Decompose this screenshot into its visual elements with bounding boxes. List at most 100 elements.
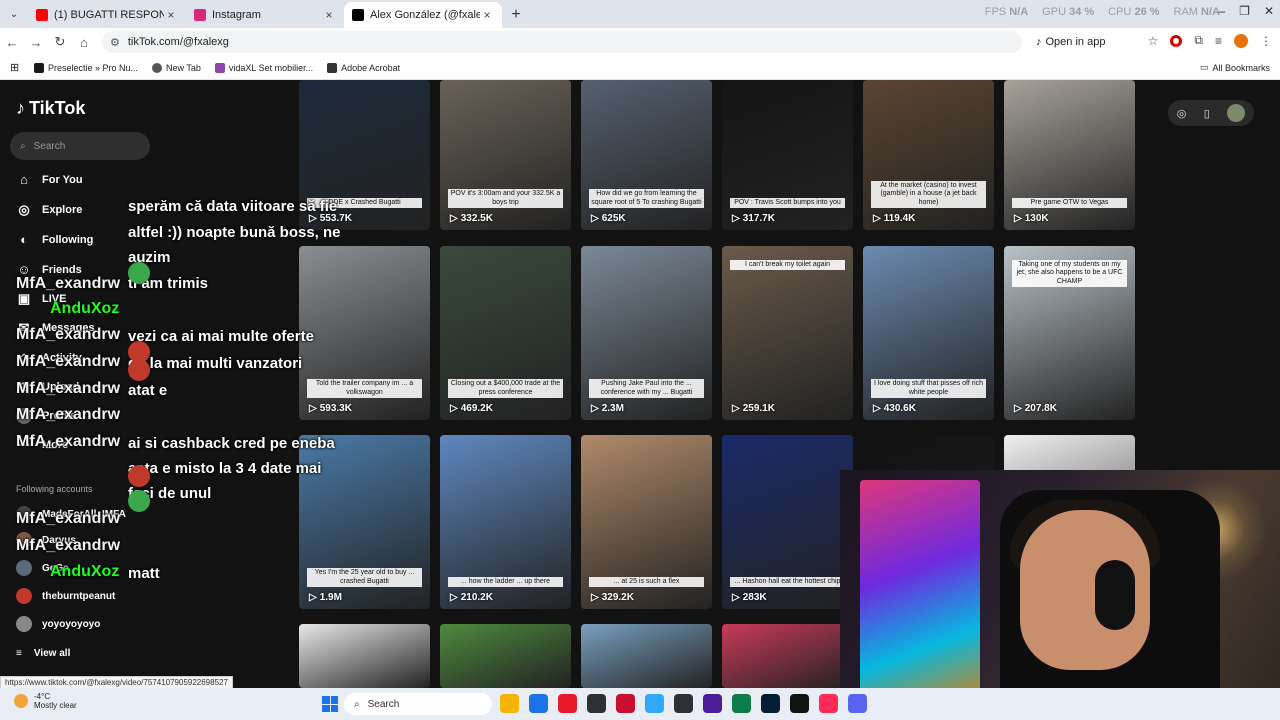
system-stats-overlay: FPS N/A GPU 34 % CPU 26 % RAM N/A <box>985 6 1220 18</box>
video-thumbnail[interactable]: Pre game OTW to Vegas ▷ 130K <box>1004 80 1135 230</box>
nav-profile[interactable]: Profile <box>16 408 76 424</box>
taskbar-app-icon[interactable] <box>500 694 519 713</box>
extensions-icon[interactable]: ⧉ <box>1194 33 1203 48</box>
home-icon[interactable]: ⌂ <box>72 35 96 50</box>
minimize-icon[interactable]: – <box>1218 4 1225 18</box>
taskbar-app-icon[interactable] <box>848 694 867 713</box>
video-thumbnail[interactable]: I can't break my toilet again ▷ 259.1K <box>722 246 853 420</box>
taskbar-app-icon[interactable] <box>616 694 635 713</box>
bookmark-item[interactable]: Adobe Acrobat <box>327 62 400 73</box>
all-bookmarks-button[interactable]: ▭ All Bookmarks <box>1200 62 1270 73</box>
nav-for-you[interactable]: ⌂ For You <box>16 172 82 187</box>
taskbar-search[interactable]: ⌕ Search <box>344 693 492 715</box>
search-input[interactable]: ⌕ Search <box>10 132 150 160</box>
video-thumbnail[interactable]: At the market (casino) to invest (gamble… <box>863 80 994 230</box>
taskbar-app-icon[interactable] <box>732 694 751 713</box>
close-icon[interactable]: × <box>480 8 494 22</box>
video-thumbnail[interactable]: POV it's 3:00am and your 332.5K a boys t… <box>440 80 571 230</box>
video-thumbnail[interactable]: Closing out a $400,000 trade at the pres… <box>440 246 571 420</box>
new-tab-button[interactable]: + <box>502 2 530 28</box>
video-thumbnail[interactable]: How did we go from learning the square r… <box>581 80 712 230</box>
following-account[interactable]: Daryus <box>16 532 76 548</box>
reload-icon[interactable]: ↻ <box>48 34 72 50</box>
view-all-button[interactable]: ≡ View all <box>16 648 70 659</box>
taskbar-app-icon[interactable] <box>587 694 606 713</box>
back-icon[interactable]: ← <box>0 35 24 50</box>
address-bar[interactable]: ⚙ tikTok.com/@fxalexg <box>102 31 1022 53</box>
following-account[interactable]: MadeForAll_IMFA <box>16 506 126 522</box>
forward-icon[interactable]: → <box>24 35 48 50</box>
nav-friends[interactable]: ☺ Friends <box>16 262 81 277</box>
menu-icon[interactable]: ⋮ <box>1260 34 1272 48</box>
following-account[interactable]: theburntpeanut <box>16 588 115 604</box>
bookmark-item[interactable]: vidaXL Set mobilier... <box>214 62 313 73</box>
nav-more[interactable]: ⋯ More <box>16 437 69 453</box>
tab-instagram[interactable]: Instagram × <box>186 2 344 28</box>
video-thumbnail[interactable]: DDE x Crashed Bugatti ▷ 553.7K <box>299 80 430 230</box>
close-icon[interactable]: × <box>322 8 336 22</box>
close-window-icon[interactable]: ✕ <box>1264 4 1274 18</box>
video-thumbnail[interactable] <box>440 624 571 688</box>
video-caption: Pushing Jake Paul into the ... conferenc… <box>589 379 704 398</box>
tab-youtube[interactable]: (1) BUGATTI RESPOND TO ME F × <box>28 2 186 28</box>
video-thumbnail[interactable]: POV : Travis Scott bumps into you ▷ 317.7K <box>722 80 853 230</box>
open-in-app-button[interactable]: ♪ Open in app <box>1036 33 1105 51</box>
reading-list-icon[interactable]: ≡ <box>1215 34 1222 48</box>
bookmark-item[interactable]: Preselectie » Pro Nu... <box>34 62 138 73</box>
taskbar-app-icon[interactable] <box>645 694 664 713</box>
nav-activity[interactable]: ◇ Activity <box>16 350 82 366</box>
taskbar-app-icon[interactable] <box>529 694 548 713</box>
close-icon[interactable]: × <box>164 8 178 22</box>
taskbar-app-icon[interactable] <box>703 694 722 713</box>
video-thumbnail[interactable]: ... at 25 is such a flex ▷ 329.2K <box>581 435 712 609</box>
taskbar-app-icon[interactable] <box>819 694 838 713</box>
taskbar-app-icon[interactable] <box>761 694 780 713</box>
bookmark-item[interactable]: New Tab <box>152 62 201 73</box>
following-account[interactable]: yoyoyoyoyo <box>16 616 100 632</box>
view-all-label: View all <box>33 648 71 659</box>
nav-explore[interactable]: ◎ Explore <box>16 202 82 218</box>
video-thumbnail[interactable]: Taking one of my students on my jet, she… <box>1004 246 1135 420</box>
video-thumbnail[interactable]: I love doing stuff that pisses off rich … <box>863 246 994 420</box>
video-thumbnail[interactable]: Pushing Jake Paul into the ... conferenc… <box>581 246 712 420</box>
windows-start-icon[interactable] <box>322 696 338 712</box>
video-caption: Closing out a $400,000 trade at the pres… <box>448 379 563 398</box>
video-thumbnail[interactable] <box>581 624 712 688</box>
tab-tiktok[interactable]: Alex González (@fxalexg) Offici × <box>344 2 502 28</box>
video-thumbnail[interactable]: ... how the ladder ... up there ▷ 210.2K <box>440 435 571 609</box>
account-name: GeGe <box>42 562 69 574</box>
site-info-icon[interactable]: ⚙ <box>110 36 120 49</box>
apps-grid-icon[interactable]: ⊞ <box>10 61 24 74</box>
nav-live[interactable]: ▣ LIVE <box>16 291 67 307</box>
nav-following[interactable]: ◐ Following <box>16 232 93 247</box>
maximize-icon[interactable]: ❐ <box>1239 4 1250 18</box>
device-icon[interactable]: ▯ <box>1204 107 1210 120</box>
view-count: ▷ 130K <box>1014 213 1049 224</box>
star-icon[interactable]: ☆ <box>1148 34 1159 48</box>
coin-icon[interactable]: ◎ <box>1177 107 1187 120</box>
avatar[interactable] <box>1227 104 1246 122</box>
avatar <box>16 588 32 604</box>
video-thumbnail[interactable]: ... Hashon hall eat the hottest chip ▷ 283… <box>722 435 853 609</box>
opera-extension-icon[interactable] <box>1170 34 1183 47</box>
taskbar-app-icon[interactable] <box>790 694 809 713</box>
view-count-text: 317.7K <box>742 213 775 224</box>
video-caption: Taking one of my students on my jet, she… <box>1012 260 1127 288</box>
view-count-text: 259.1K <box>742 403 775 414</box>
profile-avatar[interactable] <box>1234 33 1248 48</box>
taskbar-app-icon[interactable] <box>558 694 577 713</box>
logo-text: TikTok <box>29 98 86 118</box>
weather-widget[interactable]: -4°C Mostly clear <box>14 692 77 710</box>
play-icon: ▷ <box>732 403 740 414</box>
video-caption: Told the trailer company im ... a volksw… <box>307 379 422 398</box>
tab-search-button[interactable]: ⌄ <box>0 0 28 28</box>
following-account[interactable]: GeGe <box>16 560 69 576</box>
video-thumbnail[interactable] <box>722 624 853 688</box>
video-thumbnail[interactable] <box>299 624 430 688</box>
video-thumbnail[interactable]: Yes I'm the 25 year old to buy ... crash… <box>299 435 430 609</box>
taskbar-app-icon[interactable] <box>674 694 693 713</box>
video-thumbnail[interactable]: Told the trailer company im ... a volksw… <box>299 246 430 420</box>
tiktok-logo[interactable]: ♪ TikTok <box>16 98 85 119</box>
nav-messages[interactable]: ✉ Messages <box>16 320 95 336</box>
nav-upload[interactable]: ⊕ Upload <box>16 379 80 395</box>
